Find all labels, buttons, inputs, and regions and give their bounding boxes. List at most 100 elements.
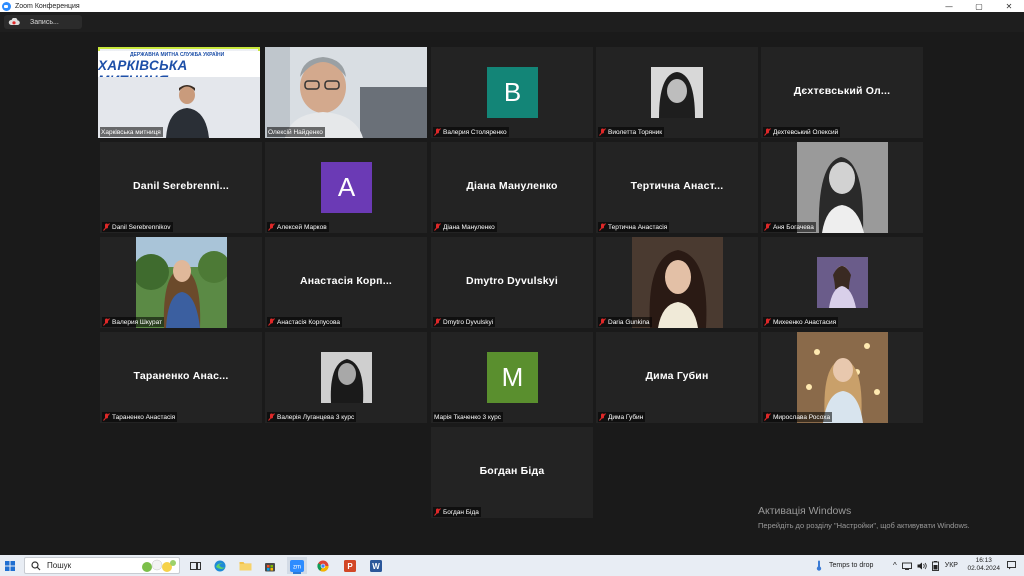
recording-indicator[interactable]: Запись... [4, 15, 82, 29]
battery-icon[interactable] [931, 560, 939, 571]
muted-mic-icon [599, 318, 606, 326]
participant-label: Тараненко Анастасія [102, 412, 178, 422]
participant-name: Валерія Луганцева 3 курс [277, 413, 355, 421]
minimize-button[interactable]: — [934, 0, 964, 12]
chevron-up-icon[interactable]: ^ [893, 561, 897, 570]
watermark-title: Активація Windows [758, 505, 852, 517]
clock-date: 02.04.2024 [967, 565, 1000, 572]
participant-name: Валерия Столяренко [443, 128, 507, 136]
svg-text:W: W [372, 562, 380, 571]
participant-tile[interactable]: Дима Губин Дима Губин [596, 332, 758, 423]
muted-mic-icon [103, 223, 110, 231]
participant-tile[interactable]: Олексій Найденко [265, 47, 427, 138]
cloud-record-icon [8, 18, 20, 26]
muted-mic-icon [103, 318, 110, 326]
taskbar-zoom[interactable]: zm [287, 557, 307, 574]
weather-text: Temps to drop [829, 562, 874, 569]
participant-tile[interactable]: Валерія Луганцева 3 курс [265, 332, 427, 423]
participant-tile[interactable]: Виолетта Торяник [596, 47, 758, 138]
participant-video-image [265, 47, 427, 138]
task-view-icon [189, 561, 201, 570]
participant-photo [817, 257, 868, 308]
participant-display-name: Тараненко Анас... [133, 370, 229, 382]
muted-mic-icon [599, 223, 606, 231]
svg-text:P: P [347, 562, 353, 571]
gallery-view: ДЕРЖАВНА МИТНА СЛУЖБА УКРАЇНИ ХАРКІВСЬКА… [0, 32, 1024, 555]
participant-tile[interactable]: Мирослава Росоха [761, 332, 923, 423]
taskbar-powerpoint[interactable]: P [340, 557, 360, 574]
participant-label: Валерия Столяренко [433, 127, 509, 137]
windows-taskbar: Пошук zm P W Temps to drop ^ УКР 16:13 0… [0, 555, 1024, 576]
participant-name: Dmytro Dyvulskyi [443, 318, 494, 326]
participant-tile[interactable]: Danil Serebrenni... Danil Serebrennikov [100, 142, 262, 233]
language-indicator[interactable]: УКР [945, 562, 958, 569]
participant-label: Дехтевський Олексий [763, 127, 841, 137]
taskbar-word[interactable]: W [366, 557, 386, 574]
search-highlight-image [142, 559, 176, 572]
participant-display-name: Дєхтєвський Ол... [793, 85, 891, 97]
participant-label: Daria Gunkina [598, 317, 652, 327]
participant-tile[interactable]: Богдан Біда Богдан Біда [431, 427, 593, 518]
participant-name: Тараненко Анастасія [112, 413, 176, 421]
watermark-subtitle: Перейдіть до розділу "Настройки", щоб ак… [758, 521, 970, 530]
file-explorer-icon [239, 562, 251, 571]
participant-tile[interactable]: Валерия Шкурат [100, 237, 262, 328]
muted-mic-icon [599, 413, 606, 421]
participant-tile[interactable]: Тараненко Анас... Тараненко Анастасія [100, 332, 262, 423]
avatar: M [487, 352, 538, 403]
taskbar-store[interactable] [260, 557, 280, 574]
participant-display-name: Діана Мануленко [466, 180, 558, 192]
participant-tile[interactable]: M Марія Ткаченко 3 курс [431, 332, 593, 423]
maximize-button[interactable]: ▢ [964, 0, 994, 12]
search-label: Пошук [47, 561, 72, 570]
muted-mic-icon [434, 318, 441, 326]
muted-mic-icon [764, 413, 771, 421]
taskbar-clock[interactable]: 16:13 02.04.2024 [967, 557, 1000, 573]
taskbar-search[interactable]: Пошук [24, 557, 180, 574]
participant-tile[interactable]: Dmytro Dyvulskyi Dmytro Dyvulskyi [431, 237, 593, 328]
participant-tile[interactable]: Тертична Анаст... Тертична Анастасія [596, 142, 758, 233]
participant-label: Марія Ткаченко 3 курс [433, 412, 503, 422]
close-button[interactable]: ✕ [994, 0, 1024, 12]
participant-tile[interactable]: B Валерия Столяренко [431, 47, 593, 138]
participant-display-name: Богдан Біда [479, 465, 545, 477]
participant-tile[interactable]: Михеенко Анастасия [761, 237, 923, 328]
participant-label: Алексей Марков [267, 222, 329, 232]
system-tray-icons: ^ УКР [893, 555, 958, 576]
muted-mic-icon [434, 223, 441, 231]
taskbar-file-explorer[interactable] [235, 557, 255, 574]
participant-tile[interactable]: Анастасія Корп... Анастасія Корпусова [265, 237, 427, 328]
notification-icon[interactable] [1007, 561, 1016, 570]
muted-mic-icon [764, 223, 771, 231]
participant-tile[interactable]: Daria Gunkina [596, 237, 758, 328]
participant-name: Діана Мануленко [443, 223, 495, 231]
participant-label: Виолетта Торяник [598, 127, 665, 137]
participant-tile[interactable]: Аня Богачева [761, 142, 923, 233]
participant-name: Аня Богачева [773, 223, 814, 231]
participant-label: Діана Мануленко [433, 222, 497, 232]
participant-name: Дима Губин [608, 413, 644, 421]
speaker-icon[interactable] [917, 562, 927, 570]
edge-icon [214, 560, 226, 571]
participant-name: Анастасія Корпусова [277, 318, 340, 326]
participant-tile[interactable]: A Алексей Марков [265, 142, 427, 233]
zoom-icon: zm [290, 559, 304, 572]
participant-tile[interactable]: ДЕРЖАВНА МИТНА СЛУЖБА УКРАЇНИ ХАРКІВСЬКА… [98, 47, 260, 138]
taskbar-edge[interactable] [210, 557, 230, 574]
participant-tile[interactable]: Дєхтєвський Ол... Дехтевський Олексий [761, 47, 923, 138]
participant-name: Виолетта Торяник [608, 128, 663, 136]
start-button[interactable] [0, 555, 20, 576]
taskbar-task-view[interactable] [185, 557, 205, 574]
tray-weather[interactable]: Temps to drop [815, 555, 873, 576]
taskbar-chrome[interactable] [313, 557, 333, 574]
participant-label: Харківська митниця [100, 127, 163, 137]
muted-mic-icon [764, 318, 771, 326]
network-icon[interactable] [901, 562, 912, 570]
participant-tile[interactable]: Діана Мануленко Діана Мануленко [431, 142, 593, 233]
participant-name: Тертична Анастасія [608, 223, 668, 231]
participant-name: Олексій Найденко [268, 128, 323, 136]
participant-display-name: Тертична Анаст... [630, 180, 724, 192]
participant-display-name: Dmytro Dyvulskyi [466, 275, 558, 287]
window-titlebar: Zoom Конференция — ▢ ✕ [0, 0, 1024, 12]
muted-mic-icon [268, 223, 275, 231]
